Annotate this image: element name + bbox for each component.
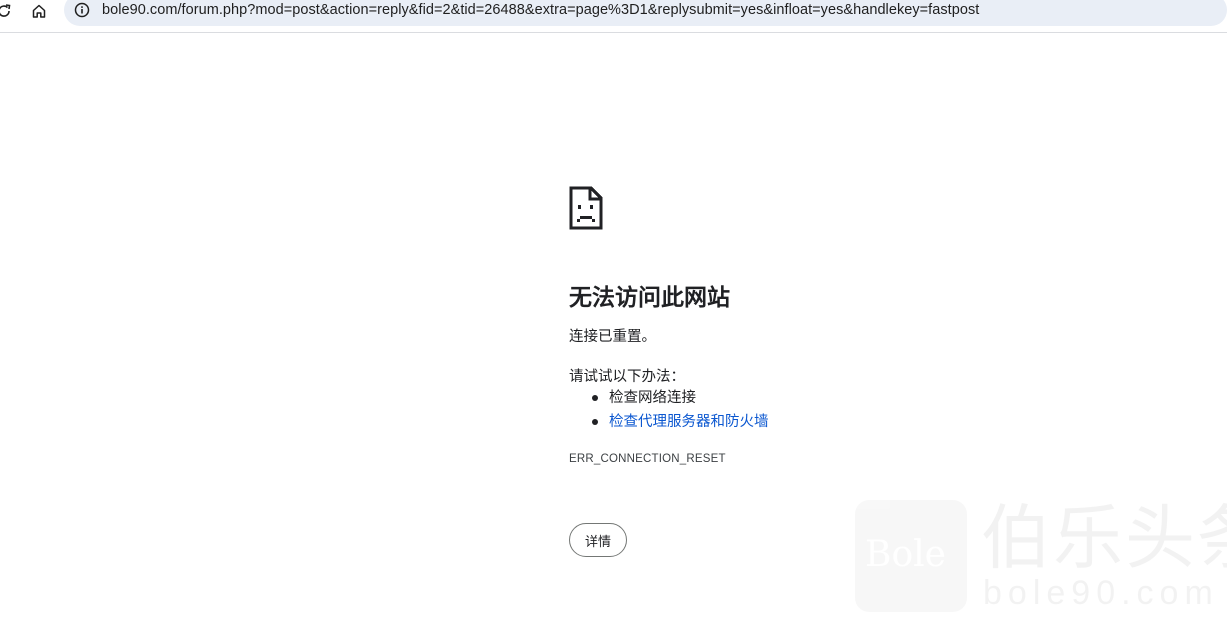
browser-toolbar: bole90.com/forum.php?mod=post&action=rep… [0, 0, 1227, 33]
watermark-chinese-text: 伯乐头条 [981, 497, 1227, 579]
error-title: 无法访问此网站 [569, 285, 730, 311]
site-info-icon[interactable] [72, 0, 92, 20]
bullet-icon [592, 419, 598, 425]
error-subtitle: 连接已重置。 [569, 329, 656, 345]
watermark-logo-text: Bole [865, 534, 946, 575]
error-code: ERR_CONNECTION_RESET [569, 453, 726, 465]
suggestion-check-network: 检查网络连接 [609, 390, 696, 406]
bullet-icon [592, 395, 598, 401]
home-icon[interactable] [27, 0, 51, 22]
watermark-domain-text: bole90.com [983, 574, 1219, 612]
watermark-logo: Bole [855, 500, 967, 612]
address-bar-url[interactable]: bole90.com/forum.php?mod=post&action=rep… [102, 2, 979, 18]
reload-icon[interactable] [0, 0, 16, 22]
suggestions-list: 检查网络连接 检查代理服务器和防火墙 [569, 386, 769, 434]
watermark: Bole 伯乐头条 bole90.com [855, 500, 1227, 612]
suggestion-item: 检查代理服务器和防火墙 [569, 410, 769, 434]
suggestion-item: 检查网络连接 [569, 386, 769, 410]
suggestions-heading: 请试试以下办法： [569, 369, 685, 385]
sad-page-icon [569, 186, 603, 230]
details-button[interactable]: 详情 [569, 523, 627, 557]
suggestion-check-proxy-link[interactable]: 检查代理服务器和防火墙 [609, 414, 769, 430]
address-bar[interactable]: bole90.com/forum.php?mod=post&action=rep… [64, 0, 1227, 26]
